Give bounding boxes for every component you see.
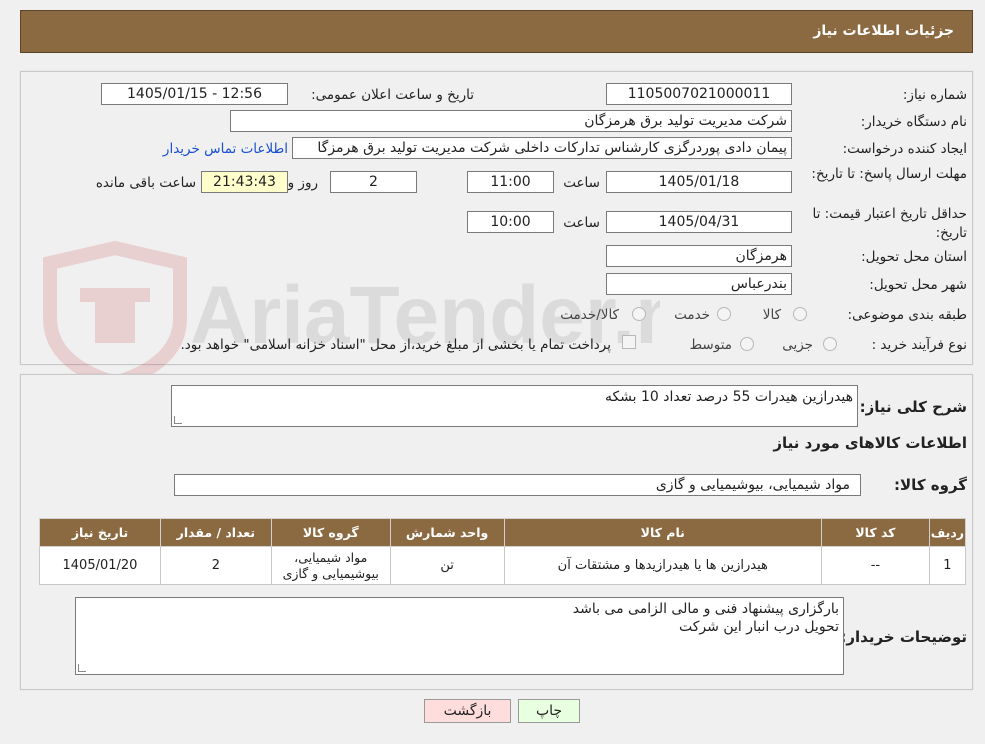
goods-table: ردیف کد کالا نام کالا واحد شمارش گروه کا… xyxy=(39,518,967,585)
cell-code: -- xyxy=(820,546,930,585)
col-group-header: گروه کالا xyxy=(270,518,391,547)
summary-textarea[interactable]: هیدرازین هیدرات 55 درصد تعداد 10 بشکه xyxy=(171,385,858,427)
announce-label: تاریخ و ساعت اعلان عمومی: xyxy=(311,87,474,103)
cell-date: 1405/01/20 xyxy=(39,546,161,585)
page-header: جزئیات اطلاعات نیاز xyxy=(20,10,973,53)
need-number-label: شماره نیاز: xyxy=(902,87,967,103)
back-button[interactable]: بازگشت xyxy=(424,699,511,723)
cell-unit: تن xyxy=(389,546,505,585)
validity-label: حداقل تاریخ اعتبار قیمت: تا تاریخ: xyxy=(812,206,967,241)
need-number-field: 1105007021000011 xyxy=(606,83,792,105)
goods-info-title: اطلاعات کالاهای مورد نیاز xyxy=(773,434,967,452)
city-label: شهر محل تحویل: xyxy=(869,277,967,293)
days-label: روز و xyxy=(287,175,318,191)
cell-group: مواد شیمیایی، بیوشیمیایی و گازی xyxy=(270,546,391,585)
creator-label: ایجاد کننده درخواست: xyxy=(842,141,967,157)
category-goods-label: کالا xyxy=(762,307,781,323)
col-row-header: ردیف xyxy=(928,518,967,547)
category-label: طبقه بندی موضوعی: xyxy=(847,307,967,323)
process-minor-radio[interactable] xyxy=(823,337,837,351)
validity-time-field: 10:00 xyxy=(467,211,554,233)
remaining-time-field: 21:43:43 xyxy=(201,171,288,193)
validity-time-label: ساعت xyxy=(563,215,600,231)
print-button[interactable]: چاپ xyxy=(518,699,580,723)
process-medium-radio[interactable] xyxy=(740,337,754,351)
process-minor-label: جزیی xyxy=(782,337,813,353)
col-date-header: تاریخ نیاز xyxy=(39,518,161,547)
summary-text: هیدرازین هیدرات 55 درصد تعداد 10 بشکه xyxy=(604,389,853,405)
deadline-date-field: 1405/01/18 xyxy=(606,171,792,193)
cell-name: هیدرازین ها یا هیدرازیدها و مشتقات آن xyxy=(503,546,822,585)
announce-field: 1405/01/15 - 12:56 xyxy=(101,83,288,105)
buyer-org-label: نام دستگاه خریدار: xyxy=(860,114,967,130)
validity-date-field: 1405/04/31 xyxy=(606,211,792,233)
creator-field: پیمان دادی پوردرگزی کارشناس تدارکات داخل… xyxy=(292,137,792,159)
goods-group-label: گروه کالا: xyxy=(894,476,967,494)
process-medium-label: متوسط xyxy=(689,337,732,353)
col-qty-header: تعداد / مقدار xyxy=(159,518,272,547)
remaining-label: ساعت باقی مانده xyxy=(95,175,196,191)
goods-table-header: ردیف کد کالا نام کالا واحد شمارش گروه کا… xyxy=(39,518,967,547)
resize-handle-icon[interactable] xyxy=(78,664,86,672)
city-field: بندرعباس xyxy=(606,273,792,295)
col-code-header: کد کالا xyxy=(820,518,930,547)
province-field: هرمزگان xyxy=(606,245,792,267)
buyer-org-field: شرکت مدیریت تولید برق هرمزگان xyxy=(230,110,792,132)
cell-row: 1 xyxy=(928,546,967,585)
col-name-header: نام کالا xyxy=(503,518,822,547)
buyer-notes-line-2: تحویل درب انبار این شرکت xyxy=(679,619,839,635)
treasury-payment-note: پرداخت تمام یا بخشی از مبلغ خرید،از محل … xyxy=(180,337,611,353)
summary-label: شرح کلی نیاز: xyxy=(859,398,967,416)
goods-group-field: مواد شیمیایی، بیوشیمیایی و گازی xyxy=(174,474,861,496)
buyer-notes-line-1: بارگزاری پیشنهاد فنی و مالی الزامی می با… xyxy=(572,601,839,617)
category-service-radio[interactable] xyxy=(717,307,731,321)
buyer-notes-textarea[interactable]: بارگزاری پیشنهاد فنی و مالی الزامی می با… xyxy=(75,597,844,675)
page-title: جزئیات اطلاعات نیاز xyxy=(813,23,954,39)
table-row: 1 -- هیدرازین ها یا هیدرازیدها و مشتقات … xyxy=(39,546,967,585)
days-field: 2 xyxy=(330,171,417,193)
deadline-label: مهلت ارسال پاسخ: تا تاریخ: xyxy=(811,166,967,182)
resize-handle-icon[interactable] xyxy=(174,416,182,424)
category-goods-service-label: کالا/خدمت xyxy=(560,307,619,323)
deadline-time-field: 11:00 xyxy=(467,171,554,193)
process-label: نوع فرآیند خرید : xyxy=(871,337,967,353)
category-service-label: خدمت xyxy=(674,307,710,323)
contact-buyer-link[interactable]: اطلاعات تماس خریدار xyxy=(163,141,288,157)
col-unit-header: واحد شمارش xyxy=(389,518,505,547)
category-goods-service-radio[interactable] xyxy=(632,307,646,321)
category-goods-radio[interactable] xyxy=(793,307,807,321)
treasury-payment-checkbox[interactable] xyxy=(622,335,636,349)
province-label: استان محل تحویل: xyxy=(861,249,967,265)
buyer-notes-label: توضیحات خریدار: xyxy=(840,628,967,646)
cell-qty: 2 xyxy=(159,546,272,585)
deadline-time-label: ساعت xyxy=(563,175,600,191)
